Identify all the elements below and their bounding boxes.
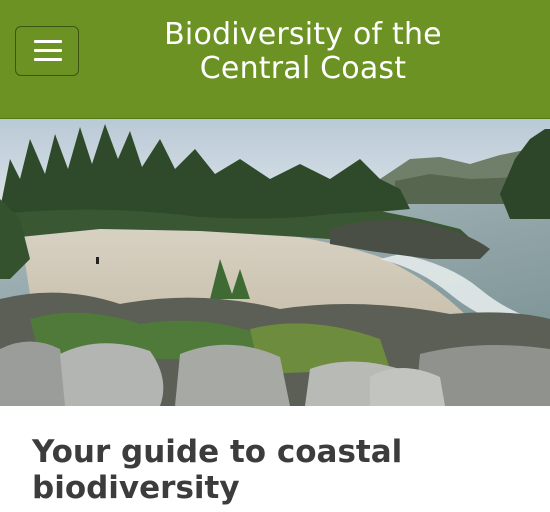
page-heading: Your guide to coastal biodiversity xyxy=(32,434,403,506)
hero-image xyxy=(0,119,550,406)
site-title: Biodiversity of the Central Coast xyxy=(118,18,488,86)
site-header: Biodiversity of the Central Coast xyxy=(0,0,550,119)
coastal-landscape-photo xyxy=(0,119,550,406)
site-title-line-1: Biodiversity of the xyxy=(164,17,442,52)
site-title-line-2: Central Coast xyxy=(199,51,407,86)
menu-button[interactable] xyxy=(15,26,79,76)
